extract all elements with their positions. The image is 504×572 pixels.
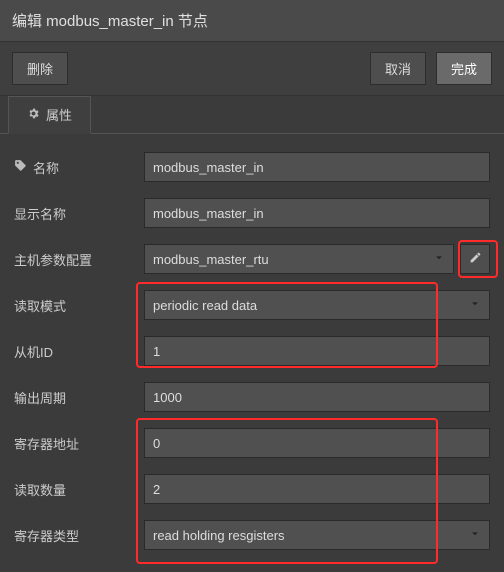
read-mode-select[interactable] [144,290,490,320]
read-count-input[interactable] [144,474,490,504]
edit-host-config-button[interactable] [460,244,490,274]
label-slave-id: 从机ID [14,342,144,361]
gear-icon [27,107,40,123]
host-config-select[interactable] [144,244,454,274]
dialog-title: 编辑 modbus_master_in 节点 [0,0,504,42]
slave-id-input[interactable] [144,336,490,366]
label-name: 名称 [14,158,144,177]
tab-properties-label: 属性 [46,105,72,124]
reg-addr-input[interactable] [144,428,490,458]
cancel-button[interactable]: 取消 [370,52,426,85]
label-output-period: 输出周期 [14,388,144,407]
form: 名称 显示名称 主机参数配置 读取模式 从机ID 输出周期 寄存器地 [0,134,504,572]
name-input[interactable] [144,152,490,182]
label-reg-addr: 寄存器地址 [14,434,144,453]
toolbar: 删除 取消 完成 [0,42,504,96]
tab-properties[interactable]: 属性 [8,96,91,134]
reg-type-select[interactable] [144,520,490,550]
pencil-icon [469,251,482,267]
delete-button[interactable]: 删除 [12,52,68,85]
done-button[interactable]: 完成 [436,52,492,85]
label-display-name: 显示名称 [14,204,144,223]
label-read-mode: 读取模式 [14,296,144,315]
tag-icon [14,159,27,175]
label-name-text: 名称 [33,158,59,177]
label-reg-type: 寄存器类型 [14,526,144,545]
label-host-config: 主机参数配置 [14,250,144,269]
tab-bar: 属性 [0,96,504,134]
display-name-input[interactable] [144,198,490,228]
label-read-count: 读取数量 [14,480,144,499]
output-period-input[interactable] [144,382,490,412]
